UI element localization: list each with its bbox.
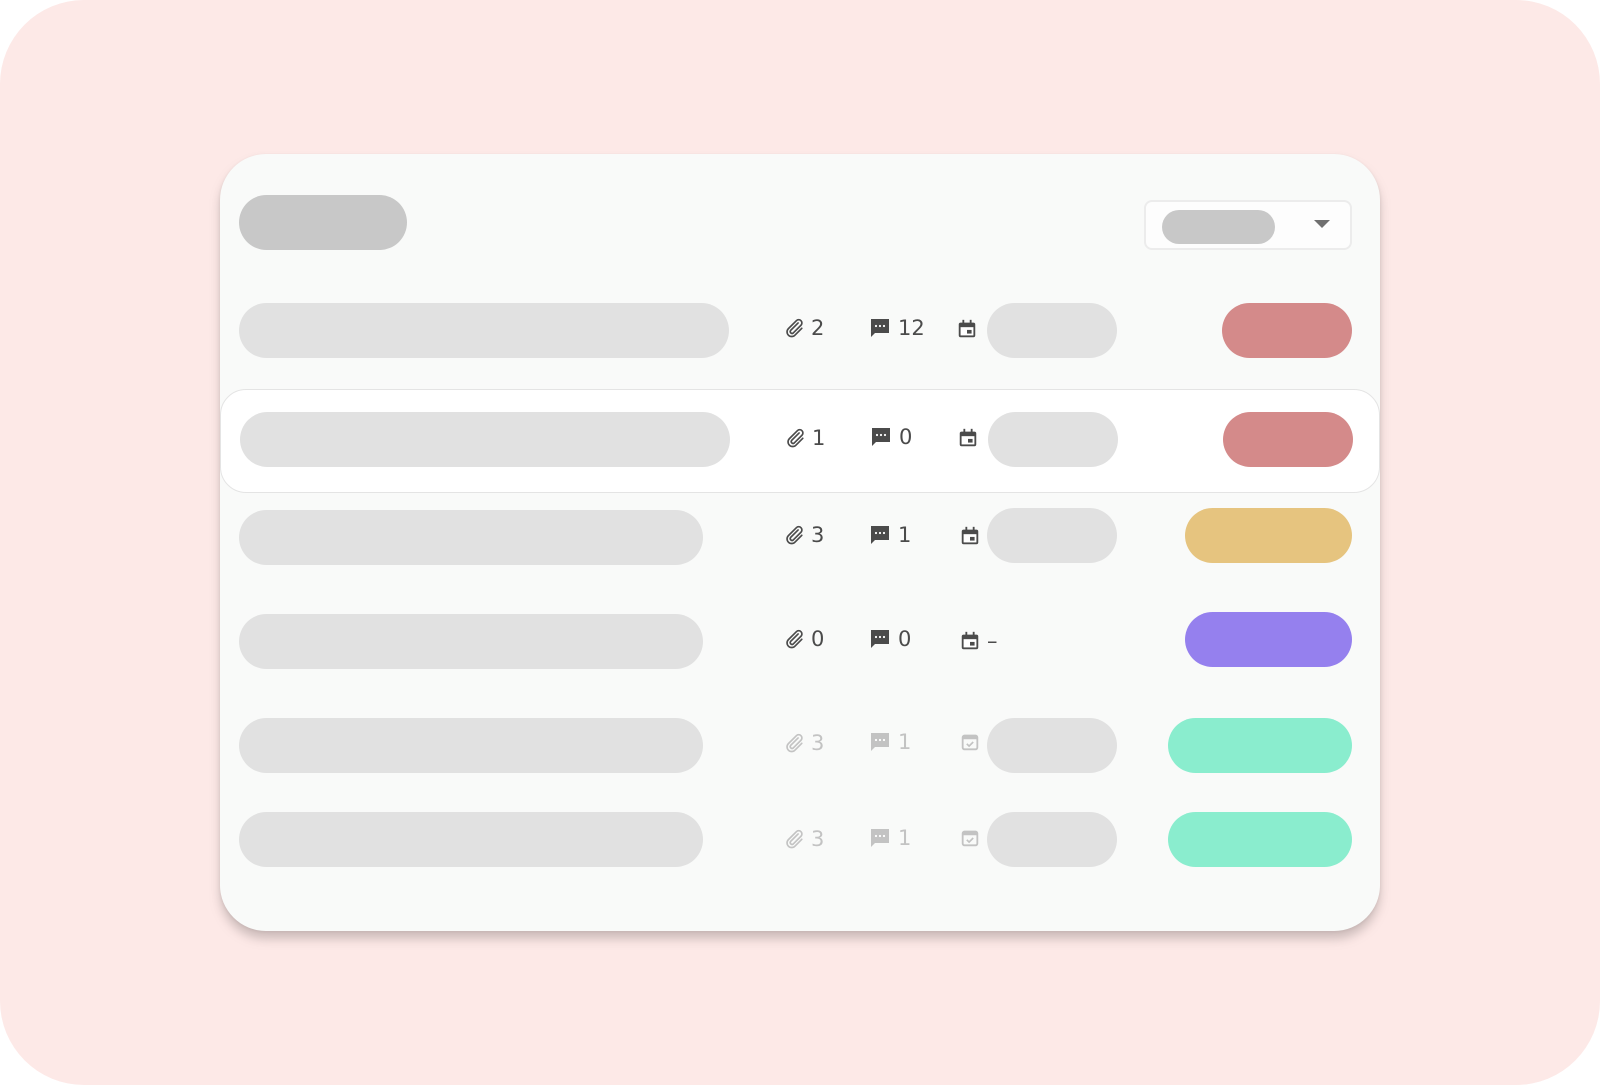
calendar-event-icon bbox=[959, 630, 981, 652]
task-row[interactable]: 3 1 bbox=[220, 488, 1380, 588]
task-name-placeholder bbox=[239, 303, 729, 358]
attachments-count: 3 bbox=[783, 827, 824, 851]
attachments-count: 1 bbox=[784, 426, 825, 450]
due-date-placeholder bbox=[987, 718, 1117, 773]
attachments-value: 3 bbox=[811, 827, 825, 851]
comments-count: 0 bbox=[868, 627, 911, 651]
task-row-completed[interactable]: 3 1 bbox=[220, 696, 1380, 796]
comment-icon bbox=[868, 730, 892, 754]
attachments-value: 3 bbox=[811, 731, 825, 755]
comments-value: 0 bbox=[898, 627, 912, 651]
due-date-value: – bbox=[987, 629, 998, 653]
comments-value: 1 bbox=[898, 730, 912, 754]
attachments-value: 1 bbox=[812, 426, 826, 450]
due-date-placeholder bbox=[988, 412, 1118, 467]
calendar-event-icon bbox=[959, 525, 981, 547]
status-badge[interactable] bbox=[1185, 508, 1352, 563]
due-date bbox=[957, 427, 985, 449]
paperclip-icon bbox=[783, 524, 805, 546]
due-date: – bbox=[959, 629, 998, 653]
due-date-placeholder bbox=[987, 508, 1117, 563]
task-name-placeholder bbox=[240, 412, 730, 467]
due-date-placeholder bbox=[987, 812, 1117, 867]
task-row[interactable]: 2 12 bbox=[220, 281, 1380, 381]
paperclip-icon bbox=[783, 628, 805, 650]
comments-value: 0 bbox=[899, 425, 913, 449]
status-badge[interactable] bbox=[1222, 303, 1352, 358]
comments-value: 1 bbox=[898, 523, 912, 547]
comments-count: 0 bbox=[869, 425, 912, 449]
task-row[interactable]: 0 0 – bbox=[220, 592, 1380, 692]
comments-count: 1 bbox=[868, 730, 911, 754]
attachments-value: 3 bbox=[811, 523, 825, 547]
attachments-value: 0 bbox=[811, 627, 825, 651]
task-list-card: 2 12 1 0 3 1 0 0 – 3 1 3 1 bbox=[220, 154, 1380, 931]
status-badge[interactable] bbox=[1223, 412, 1353, 467]
comment-icon bbox=[868, 523, 892, 547]
attachments-count: 3 bbox=[783, 523, 824, 547]
due-date-placeholder bbox=[987, 303, 1117, 358]
task-name-placeholder bbox=[239, 614, 703, 669]
attachments-count: 0 bbox=[783, 627, 824, 651]
comment-icon bbox=[868, 627, 892, 651]
attachments-value: 2 bbox=[811, 316, 825, 340]
due-date bbox=[959, 827, 987, 849]
comments-value: 1 bbox=[898, 826, 912, 850]
filter-dropdown[interactable] bbox=[1144, 200, 1352, 250]
status-badge[interactable] bbox=[1168, 718, 1352, 773]
comments-count: 12 bbox=[868, 316, 925, 340]
comments-value: 12 bbox=[898, 316, 925, 340]
paperclip-icon bbox=[783, 828, 805, 850]
comments-count: 1 bbox=[868, 826, 911, 850]
paperclip-icon bbox=[783, 317, 805, 339]
comment-icon bbox=[868, 826, 892, 850]
comment-icon bbox=[868, 316, 892, 340]
page-backdrop: 2 12 1 0 3 1 0 0 – 3 1 3 1 bbox=[0, 0, 1600, 1085]
title-placeholder bbox=[239, 195, 407, 250]
comment-icon bbox=[869, 425, 893, 449]
task-name-placeholder bbox=[239, 718, 703, 773]
attachments-count: 3 bbox=[783, 731, 824, 755]
comments-count: 1 bbox=[868, 523, 911, 547]
due-date bbox=[959, 731, 987, 753]
status-badge[interactable] bbox=[1185, 612, 1352, 667]
task-name-placeholder bbox=[239, 510, 703, 565]
due-date bbox=[956, 318, 984, 340]
paperclip-icon bbox=[784, 427, 806, 449]
paperclip-icon bbox=[783, 732, 805, 754]
task-row-completed[interactable]: 3 1 bbox=[220, 790, 1380, 890]
attachments-count: 2 bbox=[783, 316, 824, 340]
chevron-down-icon bbox=[1314, 220, 1330, 228]
status-badge[interactable] bbox=[1168, 812, 1352, 867]
due-date bbox=[959, 525, 987, 547]
calendar-check-icon bbox=[959, 731, 981, 753]
calendar-check-icon bbox=[959, 827, 981, 849]
calendar-event-icon bbox=[956, 318, 978, 340]
filter-value-placeholder bbox=[1162, 210, 1275, 244]
calendar-event-icon bbox=[957, 427, 979, 449]
task-row-selected[interactable]: 1 0 bbox=[220, 389, 1380, 493]
task-name-placeholder bbox=[239, 812, 703, 867]
